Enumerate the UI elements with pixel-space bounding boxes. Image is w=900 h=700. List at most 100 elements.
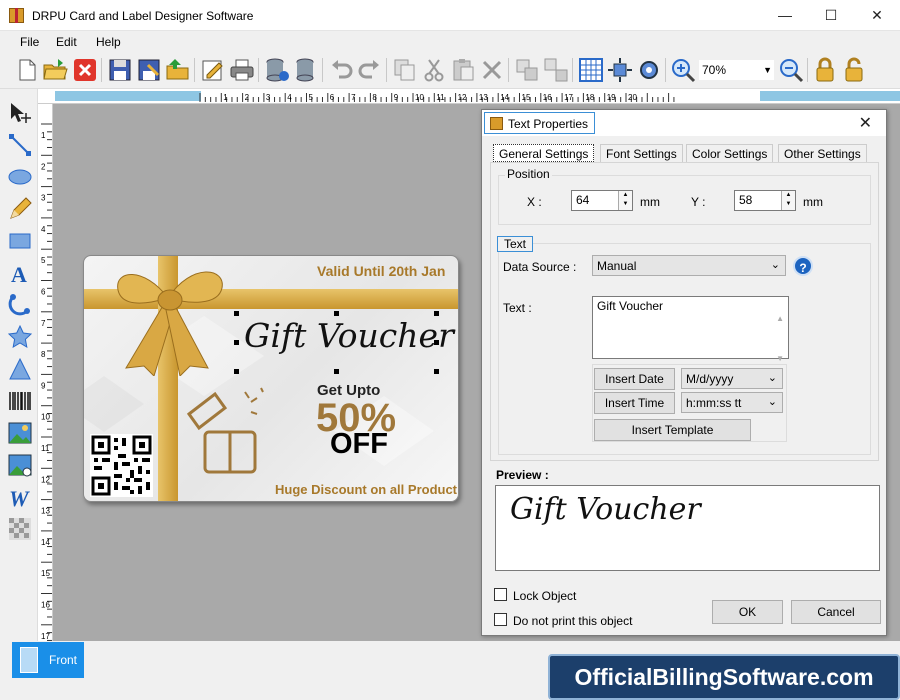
database-icon[interactable]	[264, 57, 290, 83]
x-input[interactable]: 64 ▲ ▼	[571, 190, 633, 211]
bow-icon	[117, 271, 223, 376]
spinner-arrows-icon[interactable]: ▲ ▼	[618, 191, 632, 210]
star-icon[interactable]	[7, 324, 33, 349]
tab-other-settings[interactable]: Other Settings	[778, 144, 867, 162]
do-not-print-checkbox[interactable]	[494, 613, 507, 626]
arc-icon[interactable]	[8, 293, 32, 317]
resize-handle[interactable]	[234, 311, 239, 316]
help-icon[interactable]: ?	[793, 256, 813, 276]
resize-handle[interactable]	[334, 369, 339, 374]
svg-text:W: W	[9, 486, 30, 509]
insert-time-button[interactable]: Insert Time	[594, 392, 675, 414]
barcode-icon[interactable]	[8, 389, 32, 413]
ruler-label: 19	[607, 93, 616, 102]
valid-until-text: Valid Until 20th Jan	[317, 263, 446, 279]
redo-icon[interactable]	[357, 57, 383, 83]
menu-file[interactable]: File	[20, 35, 39, 49]
watermark-icon[interactable]: W	[8, 485, 32, 511]
ok-button[interactable]: OK	[712, 600, 783, 624]
zoom-select[interactable]: 70% ▼	[699, 60, 774, 80]
close-icon[interactable]	[72, 57, 98, 83]
lock-object-checkbox[interactable]	[494, 588, 507, 601]
ruler-label: 4	[287, 93, 292, 102]
picture-icon[interactable]	[8, 421, 32, 445]
ruler-label: 12	[458, 93, 467, 102]
undo-icon[interactable]	[328, 57, 354, 83]
save-icon[interactable]	[107, 57, 133, 83]
copy-icon[interactable]	[392, 57, 418, 83]
spinner-arrows-icon[interactable]: ▲ ▼	[781, 191, 795, 210]
dialog-close-button[interactable]: ✕	[859, 113, 872, 133]
minimize-button[interactable]: —	[762, 0, 808, 31]
paste-icon[interactable]	[450, 57, 476, 83]
ellipse-icon[interactable]	[8, 165, 32, 189]
edit-icon[interactable]	[200, 57, 226, 83]
cancel-button[interactable]: Cancel	[791, 600, 881, 624]
resize-handle[interactable]	[234, 340, 239, 345]
preview-text: Gift Voucher	[510, 492, 701, 527]
open-icon[interactable]	[42, 57, 68, 83]
time-format-select[interactable]: h:mm:ss tt ⌄	[681, 392, 783, 413]
settings-icon[interactable]	[636, 57, 662, 83]
rectangle-icon[interactable]	[8, 229, 32, 253]
delete-icon[interactable]	[479, 57, 505, 83]
lock-icon[interactable]	[812, 57, 838, 83]
tab-front[interactable]: Front	[12, 642, 84, 678]
resize-handle[interactable]	[434, 369, 439, 374]
resize-handle[interactable]	[234, 369, 239, 374]
save-as-icon[interactable]	[136, 57, 162, 83]
zoom-out-icon[interactable]	[778, 57, 804, 83]
open-folder-icon[interactable]	[165, 57, 191, 83]
toolbar-separator	[508, 58, 509, 82]
text-icon[interactable]: A	[8, 261, 32, 287]
triangle-icon[interactable]	[8, 357, 32, 381]
vertical-ruler-ticks: 123456789101112131415161718	[41, 123, 52, 641]
ruler-label: 5	[41, 256, 46, 265]
new-icon[interactable]	[14, 57, 40, 83]
pencil-icon[interactable]	[8, 197, 32, 221]
ruler-label: 9	[41, 381, 46, 390]
resize-handle[interactable]	[434, 340, 439, 345]
menu-help[interactable]: Help	[96, 35, 121, 49]
maximize-button[interactable]: ☐	[808, 0, 854, 31]
gift-voucher-card[interactable]: Valid Until 20th Jan Gift Voucher Get Up…	[83, 255, 459, 502]
chevron-down-icon: ⌄	[770, 259, 780, 271]
front-tab-label: Front	[49, 653, 78, 667]
huge-discount-text: Huge Discount on all Product	[275, 482, 458, 497]
grid-icon[interactable]	[578, 57, 604, 83]
image-library-icon[interactable]	[8, 453, 32, 477]
y-input[interactable]: 58 ▲ ▼	[734, 190, 796, 211]
center-icon[interactable]	[607, 57, 633, 83]
text-group-label: Text	[497, 236, 534, 252]
menu-edit[interactable]: Edit	[56, 35, 77, 49]
x-label: X :	[527, 195, 542, 209]
background-icon[interactable]	[8, 517, 32, 541]
database-settings-icon[interactable]	[293, 57, 319, 83]
tab-color-settings[interactable]: Color Settings	[686, 144, 774, 162]
tab-general-settings[interactable]: General Settings	[493, 144, 595, 162]
cut-icon[interactable]	[421, 57, 447, 83]
date-format-select[interactable]: M/d/yyyy ⌄	[681, 368, 783, 389]
insert-date-button[interactable]: Insert Date	[594, 368, 675, 390]
zoom-in-icon[interactable]	[670, 57, 696, 83]
resize-handle[interactable]	[434, 311, 439, 316]
text-value: Gift Voucher	[597, 299, 664, 313]
group-icon[interactable]	[514, 57, 540, 83]
tab-font-settings[interactable]: Font Settings	[600, 144, 683, 162]
select-icon[interactable]	[8, 101, 32, 125]
ruler-label: 7	[351, 93, 356, 102]
ungroup-icon[interactable]	[543, 57, 569, 83]
resize-handle[interactable]	[334, 311, 339, 316]
print-icon[interactable]	[229, 57, 255, 83]
qr-code-icon[interactable]	[90, 434, 153, 497]
unlock-icon[interactable]	[841, 57, 867, 83]
insert-template-button[interactable]: Insert Template	[594, 419, 751, 441]
close-button[interactable]: ✕	[854, 0, 900, 31]
text-input[interactable]: Gift Voucher ▲ ▼	[592, 296, 789, 363]
line-icon[interactable]	[8, 133, 32, 157]
text-properties-dialog: Text Properties ✕ General Settings Font …	[481, 109, 887, 636]
data-source-select[interactable]: Manual ⌄	[592, 255, 786, 276]
ruler-label: 16	[543, 93, 552, 102]
lock-object-label: Lock Object	[513, 589, 577, 603]
ruler-label: 15	[522, 93, 531, 102]
